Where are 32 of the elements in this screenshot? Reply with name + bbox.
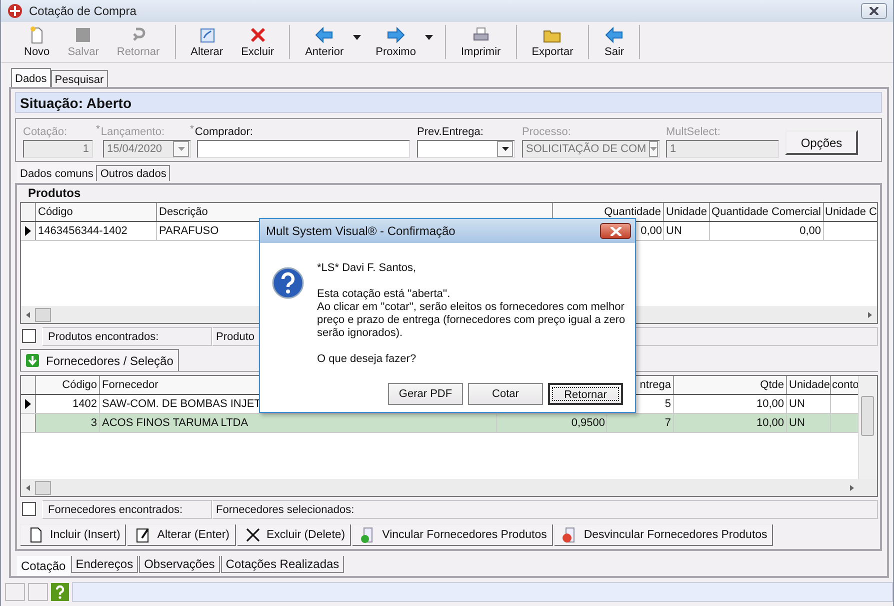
dialog-title: Mult System Visual® - Confirmação (266, 224, 456, 238)
table-cell: 0,9500 (571, 417, 605, 429)
table-cell: 1402 (72, 398, 97, 410)
table-cell: 10,00 (756, 417, 784, 429)
table-cell: PARAFUSO (159, 225, 219, 237)
required-marker: * (190, 124, 194, 136)
field-label: Lançamento: (100, 126, 165, 138)
table-cell: 3 (90, 417, 97, 429)
table-cell: 0,00 (640, 225, 662, 237)
table-cell: UN (666, 225, 682, 237)
count-label: Fornecedores encontrados: (42, 500, 212, 519)
table-cell: 1463456344-1402 (38, 225, 128, 237)
field-label: Comprador: (194, 126, 253, 138)
table-cell: ACOS FINOS TARUMA LTDA (102, 417, 248, 429)
table-cell: 0,00 (800, 225, 821, 237)
required-marker: * (96, 124, 100, 136)
count-label: Produtos encontrados: (42, 327, 212, 346)
question-text: O que deseja fazer? (317, 353, 418, 366)
table-cell: 5 (664, 398, 671, 410)
field-label: Prev.Entrega: (417, 126, 484, 138)
table-cell: 7 (664, 417, 671, 429)
table-cell: UN (789, 417, 805, 429)
field-label: Cotação: (23, 126, 68, 138)
field-label: MultSelect: (666, 126, 720, 138)
status-text: Situação: Aberto (20, 94, 132, 111)
field-label: Processo: (522, 126, 571, 138)
table-cell: SAW-COM. DE BOMBAS INJET (102, 398, 261, 410)
table-cell: UN (789, 398, 805, 410)
greeting-text: *LS* Davi F. Santos, (317, 262, 418, 275)
window-title: Cotação de Compra (29, 4, 138, 18)
count-label: Fornecedores selecionados: (212, 500, 878, 519)
table-cell: 10,00 (756, 398, 784, 410)
